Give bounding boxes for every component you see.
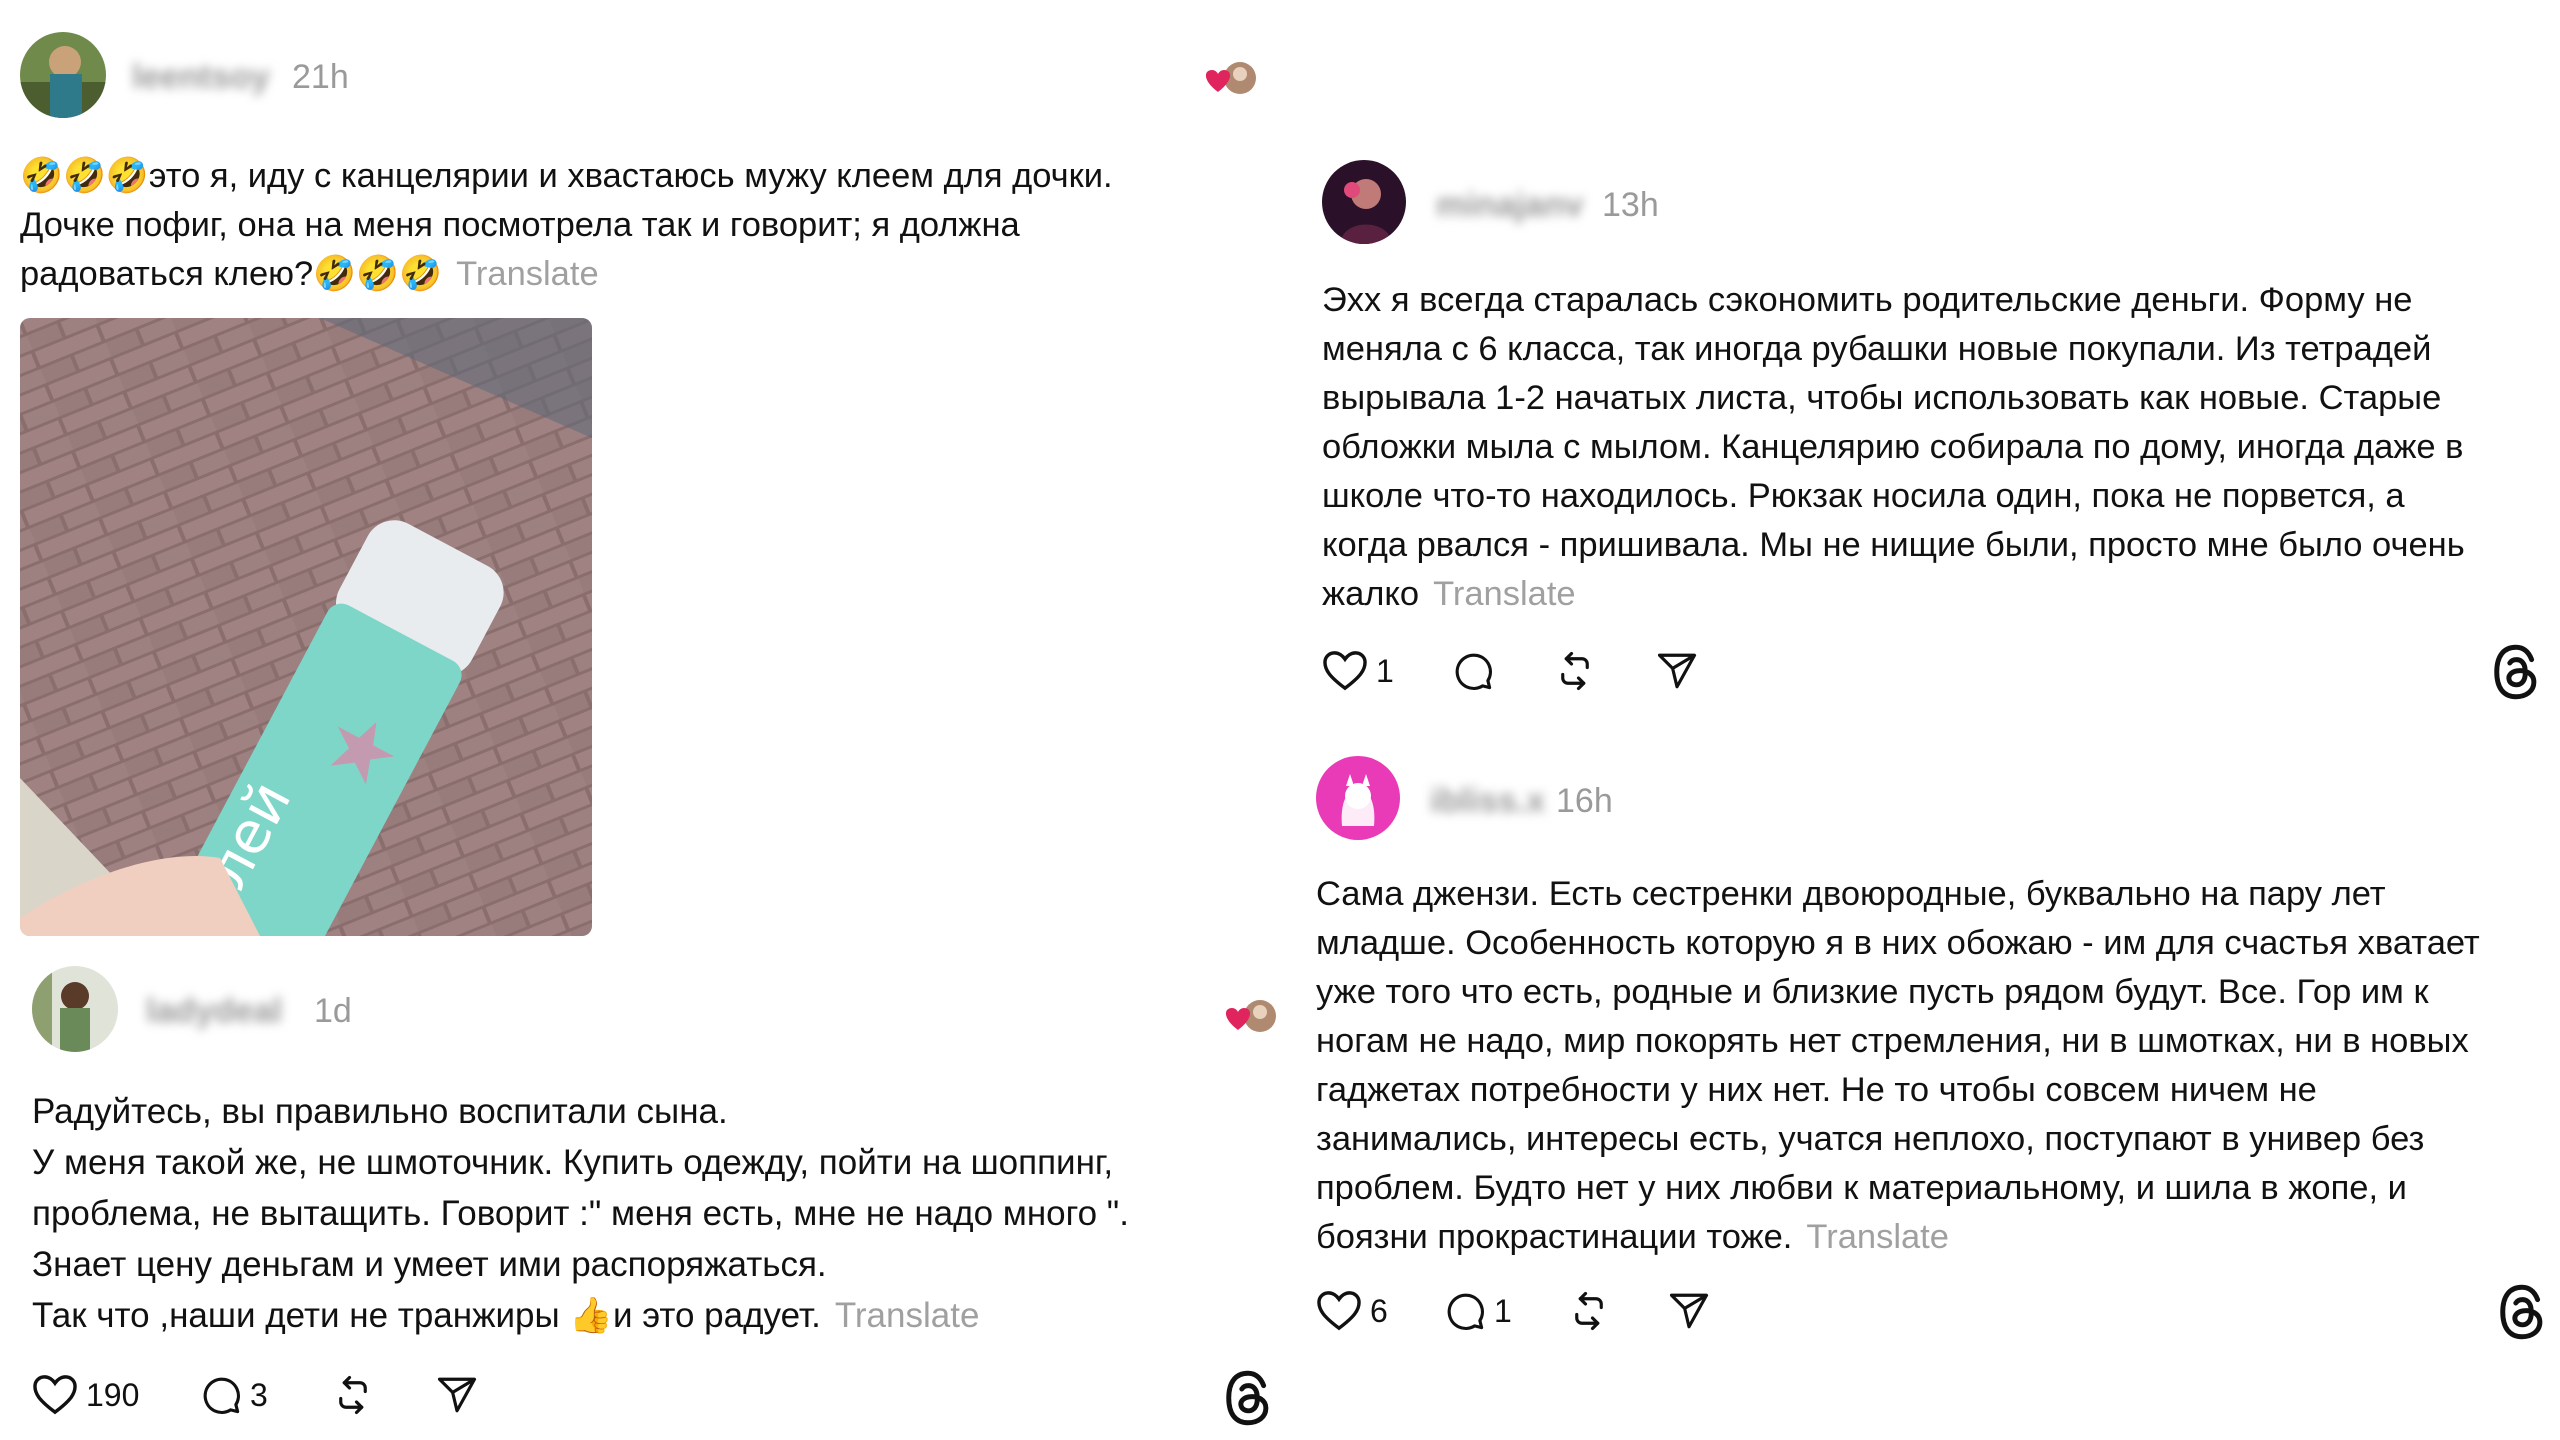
- avatar[interactable]: [1322, 160, 1406, 244]
- send-icon: [437, 1377, 477, 1413]
- timestamp: 1d: [314, 992, 352, 1030]
- post-4: ibliss.x 16h Сама джензи. Есть сестренки…: [1300, 740, 2560, 1400]
- translate-link[interactable]: Translate: [1806, 1218, 1949, 1256]
- translate-link[interactable]: Translate: [1433, 575, 1576, 613]
- threads-logo-icon[interactable]: [1222, 1368, 1276, 1433]
- reply-button[interactable]: 1: [1444, 1286, 1512, 1336]
- repost-icon: [339, 1375, 367, 1415]
- reply-count: 1: [1494, 1292, 1512, 1329]
- comment-icon: [1455, 653, 1492, 690]
- like-button[interactable]: 190: [32, 1370, 139, 1420]
- timestamp: 21h: [292, 58, 349, 96]
- liked-by-author-badge: [1200, 58, 1260, 98]
- translate-link[interactable]: Translate: [456, 255, 599, 293]
- timestamp: 13h: [1602, 186, 1659, 224]
- repost-button[interactable]: [1554, 646, 1596, 696]
- repost-button[interactable]: [332, 1370, 374, 1420]
- threads-logo-icon[interactable]: [2496, 1282, 2550, 1347]
- post-text: Сама джензи. Есть сестренки двоюродные, …: [1316, 870, 2556, 1262]
- like-button[interactable]: 6: [1316, 1286, 1388, 1336]
- reply-count: 3: [250, 1376, 268, 1413]
- reply-button[interactable]: [1452, 646, 1494, 696]
- comment-icon: [1447, 1293, 1484, 1330]
- repost-icon: [1575, 1291, 1603, 1331]
- like-count: 6: [1370, 1292, 1388, 1329]
- timestamp: 16h: [1556, 782, 1613, 820]
- heart-icon: [1317, 1291, 1361, 1331]
- share-button[interactable]: [1656, 646, 1698, 696]
- threads-logo-icon[interactable]: [2490, 642, 2544, 707]
- post-3: minajanv 13h Эхх я всегда старалась сэко…: [1300, 120, 2560, 720]
- repost-icon: [1561, 651, 1589, 691]
- heart-icon: [33, 1375, 77, 1415]
- heart-icon: [1323, 651, 1367, 691]
- liked-by-author-badge: [1220, 996, 1280, 1036]
- share-button[interactable]: [436, 1370, 478, 1420]
- post-text: Радуйтесь, вы правильно воспитали сына. …: [32, 1086, 1272, 1341]
- post-actions: 190 3: [32, 1370, 1292, 1420]
- translate-link[interactable]: Translate: [835, 1296, 980, 1335]
- post-body: Сама джензи. Есть сестренки двоюродные, …: [1316, 875, 2480, 1256]
- post-image[interactable]: клей: [20, 318, 592, 936]
- send-icon: [1657, 653, 1697, 689]
- repost-button[interactable]: [1568, 1286, 1610, 1336]
- username[interactable]: leentsoy: [132, 58, 270, 97]
- like-count: 1: [1376, 652, 1394, 689]
- post-actions: 1: [1322, 646, 2560, 696]
- share-button[interactable]: [1668, 1286, 1710, 1336]
- avatar[interactable]: [20, 32, 106, 118]
- username[interactable]: ladydeal: [146, 992, 282, 1031]
- post-actions: 6 1: [1316, 1286, 2556, 1336]
- avatar[interactable]: [1316, 756, 1400, 840]
- post-2: ladydeal 1d Радуйтесь, вы правильно восп…: [0, 960, 1290, 1440]
- avatar[interactable]: [32, 966, 118, 1052]
- username[interactable]: ibliss.x: [1430, 782, 1545, 821]
- send-icon: [1669, 1293, 1709, 1329]
- comment-icon: [203, 1377, 240, 1414]
- like-button[interactable]: 1: [1322, 646, 1394, 696]
- username[interactable]: minajanv: [1436, 186, 1583, 225]
- like-count: 190: [86, 1376, 140, 1413]
- post-text: 🤣🤣🤣это я, иду с канцелярии и хвастаюсь м…: [20, 152, 1260, 299]
- post-body: Эхх я всегда старалась сэкономить родите…: [1322, 281, 2465, 613]
- post-text: Эхх я всегда старалась сэкономить родите…: [1322, 276, 2560, 619]
- reply-button[interactable]: 3: [200, 1370, 268, 1420]
- post-1: leentsoy 21h 🤣🤣🤣это я, иду с канцелярии …: [0, 0, 1290, 960]
